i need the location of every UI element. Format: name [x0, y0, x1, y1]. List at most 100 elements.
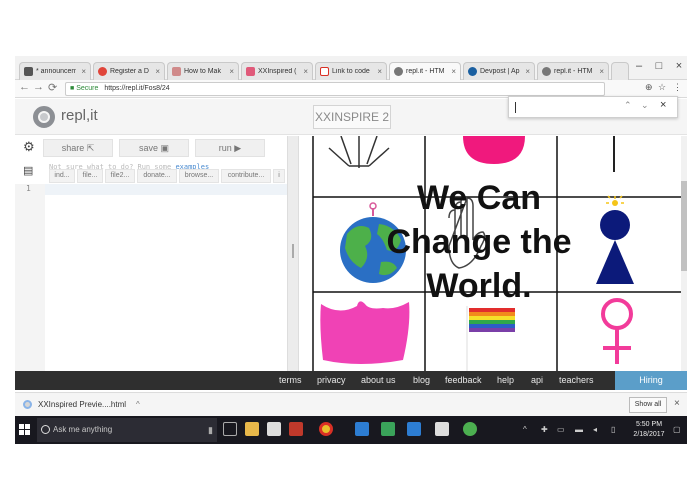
tray-up-icon[interactable]: ^ — [523, 425, 527, 434]
footer-link-terms[interactable]: terms — [279, 375, 302, 385]
browser-tab[interactable]: Register a D × — [93, 62, 165, 80]
notifications-icon[interactable]: ▢ — [673, 425, 681, 434]
tab-favicon-icon — [468, 67, 477, 76]
cortana-circle-icon — [41, 425, 50, 434]
find-input[interactable] — [515, 102, 516, 113]
download-bar: XXInspired Previe....html ^ Show all × — [15, 392, 687, 416]
file-tab[interactable]: donate... — [137, 169, 177, 183]
volume-icon[interactable]: ◂ — [593, 425, 597, 434]
gear-icon[interactable]: ⚙ — [23, 139, 35, 155]
tab-label: repl.it - HTM — [406, 68, 445, 75]
gift-app-icon[interactable] — [289, 422, 303, 436]
preview-scrollbar[interactable] — [681, 136, 687, 371]
browser-tab[interactable]: XXInspired ( × — [241, 62, 313, 80]
windows-start-icon[interactable] — [19, 424, 31, 436]
browser-tab[interactable]: repl.it - HTM × — [537, 62, 609, 80]
footer-link-privacy[interactable]: privacy — [317, 375, 346, 385]
microphone-icon[interactable]: ▮ — [208, 418, 213, 442]
file-tab[interactable]: ind... — [49, 169, 75, 183]
preview-pane: We Can Change the World. — [299, 136, 681, 371]
tab-favicon-icon — [246, 67, 255, 76]
browser-tab-active[interactable]: repl.it - HTM × — [389, 62, 461, 80]
file-tab[interactable]: contribute... — [221, 169, 271, 183]
tab-close-icon[interactable]: × — [155, 67, 160, 76]
lock-icon: ■ — [70, 85, 75, 92]
repl-logo-text[interactable]: repl,it — [61, 107, 98, 124]
footer-link-blog[interactable]: blog — [413, 375, 430, 385]
tab-close-icon[interactable]: × — [525, 67, 530, 76]
save-button[interactable]: save ▣ — [119, 139, 189, 157]
download-item[interactable]: XXInspired Previe....html ^ — [23, 397, 140, 413]
pane-resize-handle[interactable] — [287, 136, 299, 371]
run-button[interactable]: run ▶ — [195, 139, 265, 157]
chrome-icon[interactable] — [319, 422, 333, 436]
file-tab[interactable]: file... — [77, 169, 103, 183]
footer-link-teachers[interactable]: teachers — [559, 375, 594, 385]
battery-icon[interactable]: ▬ — [575, 425, 583, 434]
app-icon[interactable] — [435, 422, 449, 436]
cortana-search-input[interactable]: Ask me anything ▮ — [37, 418, 217, 442]
footer-link-feedback[interactable]: feedback — [445, 375, 482, 385]
footer-link-api[interactable]: api — [531, 375, 543, 385]
url-input[interactable]: ■ Secure https://repl.it/Fos8/24 — [65, 82, 605, 96]
file-tab[interactable]: i — [273, 169, 285, 183]
grip-icon — [292, 244, 294, 258]
reload-icon[interactable]: ⟳ — [48, 81, 57, 94]
headline-line: Change the — [386, 223, 572, 261]
file-tab[interactable]: browse... — [179, 169, 219, 183]
bookmark-star-icon[interactable]: ☆ — [658, 82, 666, 93]
tab-close-icon[interactable]: × — [599, 67, 604, 76]
chevron-up-icon[interactable]: ^ — [136, 400, 140, 409]
task-view-icon[interactable] — [223, 422, 237, 436]
show-all-button[interactable]: Show all — [629, 397, 667, 413]
zoom-icon[interactable]: ⊕ — [645, 82, 653, 93]
find-close-icon[interactable]: × — [660, 99, 666, 111]
windows-taskbar: Ask me anything ▮ ^ ✚ ▭ ▬ ◂ ▯ 5:50 PM 2/… — [15, 416, 687, 444]
menu-dots-icon[interactable]: ⋮ — [673, 82, 682, 93]
new-file-icon[interactable]: ▤ — [23, 164, 33, 177]
tab-favicon-icon — [394, 67, 403, 76]
browser-tab[interactable]: * announcem × — [19, 62, 91, 80]
tab-label: XXInspired ( — [258, 68, 297, 75]
close-window-icon[interactable]: × — [667, 56, 687, 76]
clock-date: 2/18/2017 — [633, 431, 665, 438]
footer-link-about[interactable]: about us — [361, 375, 396, 385]
code-editor[interactable] — [45, 184, 287, 195]
keyboard-icon[interactable]: ▯ — [611, 425, 615, 434]
app-icon[interactable] — [463, 422, 477, 436]
repl-logo-icon[interactable] — [33, 106, 55, 128]
store-icon[interactable] — [267, 422, 281, 436]
file-tab[interactable]: file2... — [105, 169, 135, 183]
scrollbar-thumb[interactable] — [681, 181, 687, 271]
browser-tab[interactable]: How to Mak × — [167, 62, 239, 80]
app-icon[interactable] — [355, 422, 369, 436]
taskbar-clock[interactable]: 5:50 PM 2/18/2017 — [629, 420, 669, 440]
line-number: 1 — [26, 184, 31, 193]
browser-tab[interactable]: Link to code × — [315, 62, 387, 80]
tab-favicon-icon — [24, 67, 33, 76]
network-icon[interactable]: ▭ — [557, 425, 565, 434]
pink-hat-icon — [320, 301, 410, 364]
file-explorer-icon[interactable] — [245, 422, 259, 436]
site-footer: terms privacy about us blog feedback hel… — [15, 371, 687, 390]
tab-close-icon[interactable]: × — [451, 67, 456, 76]
app-icon[interactable] — [407, 422, 421, 436]
tab-close-icon[interactable]: × — [229, 67, 234, 76]
headline-line: We Can — [416, 179, 542, 217]
search-placeholder: Ask me anything — [53, 425, 113, 434]
hiring-button[interactable]: Hiring — [615, 371, 687, 390]
tab-close-icon[interactable]: × — [81, 67, 86, 76]
footer-link-help[interactable]: help — [497, 375, 514, 385]
close-download-bar-icon[interactable]: × — [674, 398, 680, 409]
find-prev-icon[interactable]: ⌃ — [624, 100, 632, 111]
forward-arrow-icon[interactable]: → — [33, 81, 44, 93]
tab-close-icon[interactable]: × — [303, 67, 308, 76]
share-button[interactable]: share ⇱ — [43, 139, 113, 157]
app-icon[interactable] — [381, 422, 395, 436]
find-next-icon[interactable]: ⌄ — [641, 100, 649, 111]
tab-close-icon[interactable]: × — [377, 67, 382, 76]
tray-app-icon[interactable]: ✚ — [541, 425, 548, 434]
browser-tab[interactable]: Devpost | Ap × — [463, 62, 535, 80]
project-title[interactable]: XXINSPIRE 2 — [313, 105, 391, 129]
back-arrow-icon[interactable]: ← — [19, 81, 30, 93]
